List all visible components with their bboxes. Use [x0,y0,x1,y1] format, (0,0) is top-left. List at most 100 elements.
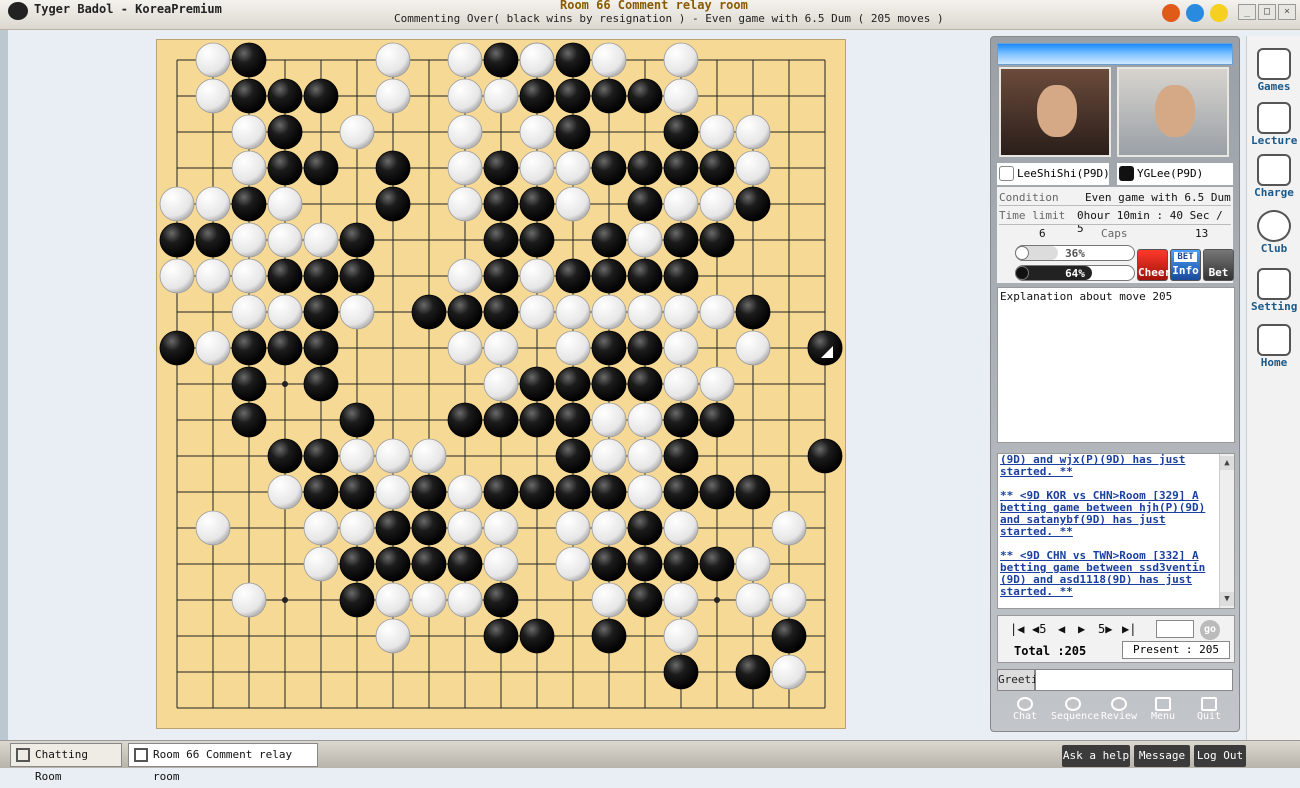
sidebar-item-charge[interactable]: Charge [1251,152,1297,202]
white-stone [663,294,699,330]
white-player-photo [999,67,1111,157]
black-stone [591,150,627,186]
sidebar-item-club[interactable]: Club [1251,208,1297,258]
white-stone [447,582,483,618]
first-move-button[interactable]: |◀ [1010,622,1024,636]
white-stone [591,510,627,546]
white-stone [267,294,303,330]
forward-button[interactable]: ▶ [1078,622,1085,636]
black-stone [303,258,339,294]
last-move-stone [807,330,843,366]
white-player[interactable]: LeeShiShi(P9D) [997,163,1110,185]
home-icon [16,748,30,762]
logout-button[interactable]: Log Out [1194,745,1246,767]
search-icon[interactable] [1186,4,1204,22]
cheer-button[interactable]: Cheer [1137,249,1171,281]
chat-message[interactable]: ** <9D CHN vs TWN>Room [332] A betting g… [998,550,1234,608]
star-point [282,381,288,387]
message-button[interactable]: Message [1134,745,1190,767]
chat-scrollbar[interactable]: ▲ ▼ [1219,454,1234,608]
chat-message[interactable]: (9D) and wjx(P)(9D) has just started. ** [998,454,1234,490]
black-stone [735,186,771,222]
white-stone [591,402,627,438]
black-stone [267,438,303,474]
white-stone [375,582,411,618]
chat-message[interactable]: ** <9D KOR vs CHN>Room [329] A betting g… [998,490,1234,550]
white-stone [483,78,519,114]
white-stone [663,78,699,114]
chat-button[interactable]: Chat [1003,695,1047,729]
maximize-button[interactable]: □ [1258,4,1276,20]
review-button[interactable]: Review [1097,695,1141,729]
white-stone [447,330,483,366]
white-stone [483,330,519,366]
close-button[interactable]: × [1278,4,1296,20]
white-stone-icon [999,166,1014,181]
board-grid[interactable] [157,40,847,730]
menu-button[interactable]: Menu [1141,695,1185,729]
paint-icon[interactable] [1162,4,1180,22]
black-stone [231,366,267,402]
bet-button[interactable]: Bet [1203,249,1234,281]
greeting-label: Greeting [997,669,1051,691]
go-button[interactable]: go [1200,620,1220,640]
star-point [714,597,720,603]
sequence-button[interactable]: Sequence [1051,695,1099,729]
black-stone [375,186,411,222]
white-stone [555,330,591,366]
black-player[interactable]: YGLee(P9D) [1117,163,1233,185]
black-stone [231,186,267,222]
sequence-icon [1065,697,1081,711]
time-limit-label: Time limit [999,209,1066,222]
white-stone [555,186,591,222]
sidebar-item-lecture[interactable]: Lecture [1251,100,1297,150]
tab-chatting-room[interactable]: Chatting Room [10,743,122,783]
white-stone [627,294,663,330]
ask-help-button[interactable]: Ask a help [1062,745,1130,767]
back-button[interactable]: ◀ [1058,622,1065,636]
scroll-down-icon[interactable]: ▼ [1220,592,1234,606]
white-stone [591,582,627,618]
black-stone [483,402,519,438]
black-stone [411,546,447,582]
quit-button[interactable]: Quit [1187,695,1231,729]
greeting-input[interactable] [1035,669,1233,691]
forward5-button[interactable]: 5▶ [1098,622,1112,636]
explanation-box[interactable]: Explanation about move 205 [997,287,1235,443]
white-stone [195,330,231,366]
black-stone [519,186,555,222]
white-stone [735,114,771,150]
black-stone [375,546,411,582]
sidebar-item-home[interactable]: Home [1251,322,1297,372]
help-bulb-icon[interactable] [1210,4,1228,22]
tab-relay-room[interactable]: Room 66 Comment relay room [128,743,318,783]
minimize-button[interactable]: _ [1238,4,1256,20]
black-stone [555,474,591,510]
white-stone [195,42,231,78]
white-stone [591,438,627,474]
app-title: Tyger Badol - KoreaPremium [34,2,222,16]
white-stone [735,546,771,582]
last-move-button[interactable]: ▶| [1122,622,1136,636]
black-knob-icon [1015,266,1029,280]
go-board[interactable] [156,39,846,729]
white-player-name: LeeShiShi(P9D) [1017,167,1110,180]
white-stone [519,150,555,186]
white-stone [375,42,411,78]
info-button[interactable]: BET Info [1170,249,1201,281]
white-win-bar: 36% [1015,245,1135,261]
lecture-icon [1257,102,1291,134]
move-number-input[interactable] [1156,620,1194,638]
black-player-photo [1117,67,1229,157]
sidebar-item-setting[interactable]: Setting [1251,266,1297,316]
black-stone [663,474,699,510]
black-stone [591,258,627,294]
chat-log[interactable]: (9D) and wjx(P)(9D) has just started. **… [997,453,1235,609]
black-stone [339,258,375,294]
sidebar-item-games[interactable]: Games [1251,46,1297,96]
scroll-up-icon[interactable]: ▲ [1220,456,1234,470]
black-stone [555,438,591,474]
black-stone [735,474,771,510]
back5-button[interactable]: ◀5 [1032,622,1046,636]
white-stone [375,78,411,114]
